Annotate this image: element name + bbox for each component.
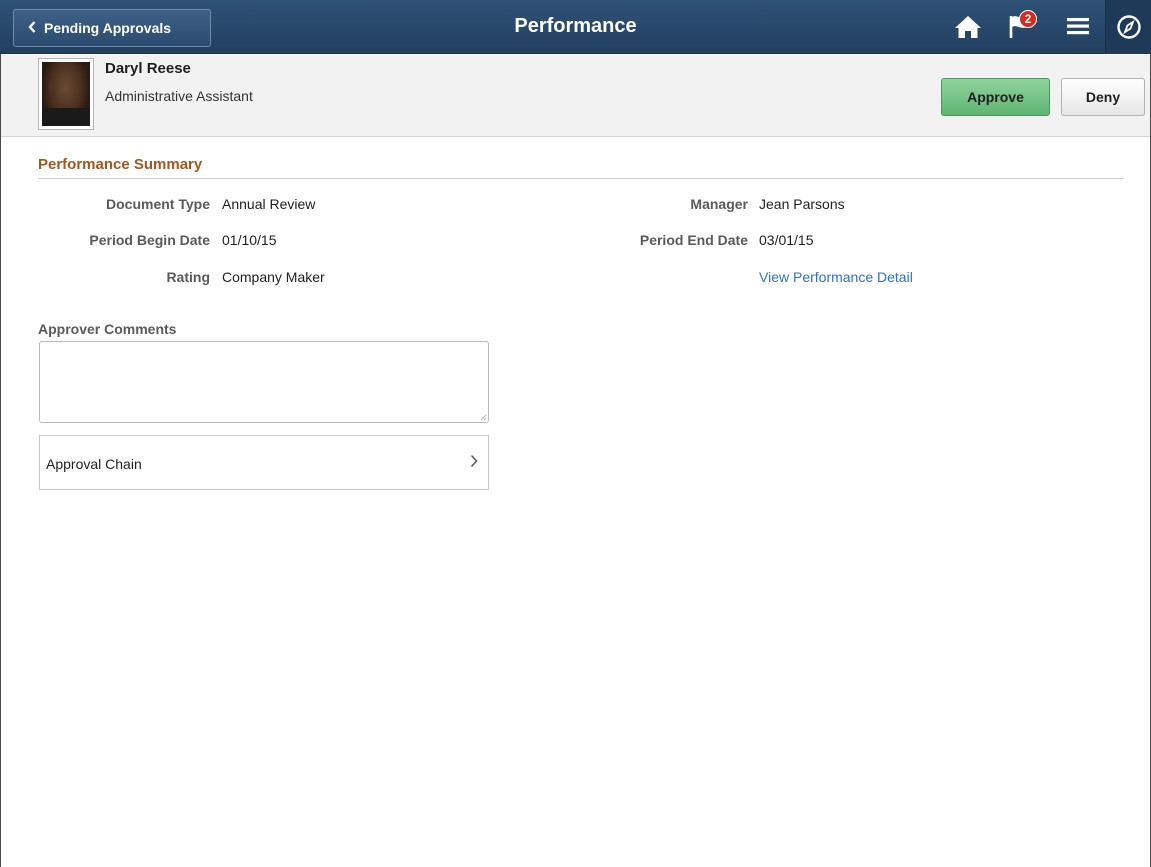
period-begin-label: Period Begin Date [89, 232, 210, 248]
top-banner: Pending Approvals Performance 2 [0, 0, 1151, 54]
employee-job-title: Administrative Assistant [105, 88, 253, 104]
rating-value: Company Maker [222, 269, 325, 285]
document-type-label: Document Type [106, 196, 210, 212]
avatar [38, 58, 94, 130]
home-icon[interactable] [954, 14, 982, 40]
section-heading: Performance Summary [38, 156, 203, 173]
period-end-value: 03/01/15 [759, 232, 814, 248]
chevron-left-icon [28, 20, 36, 36]
approve-button[interactable]: Approve [941, 78, 1050, 116]
notification-badge: 2 [1019, 10, 1037, 28]
employee-name: Daryl Reese [105, 60, 191, 77]
rating-label: Rating [166, 269, 210, 285]
document-type-value: Annual Review [222, 196, 316, 212]
period-begin-value: 01/10/15 [222, 232, 277, 248]
approval-chain-row[interactable]: Approval Chain [39, 435, 489, 490]
approval-chain-label: Approval Chain [46, 456, 142, 472]
hamburger-menu-icon[interactable] [1066, 14, 1094, 40]
section-divider [38, 178, 1124, 179]
period-end-label: Period End Date [639, 232, 748, 248]
manager-value: Jean Parsons [759, 196, 845, 212]
employee-photo [42, 62, 90, 126]
approver-comments-input[interactable] [39, 341, 489, 423]
back-button[interactable]: Pending Approvals [13, 9, 211, 47]
compass-icon[interactable] [1116, 14, 1144, 40]
approver-comments-label: Approver Comments [38, 321, 177, 337]
back-button-label: Pending Approvals [44, 20, 172, 36]
deny-button[interactable]: Deny [1061, 78, 1145, 116]
view-performance-detail-link[interactable]: View Performance Detail [759, 269, 913, 285]
manager-label: Manager [690, 196, 748, 212]
resize-grip-icon[interactable] [479, 413, 487, 421]
chevron-right-icon [470, 454, 478, 473]
